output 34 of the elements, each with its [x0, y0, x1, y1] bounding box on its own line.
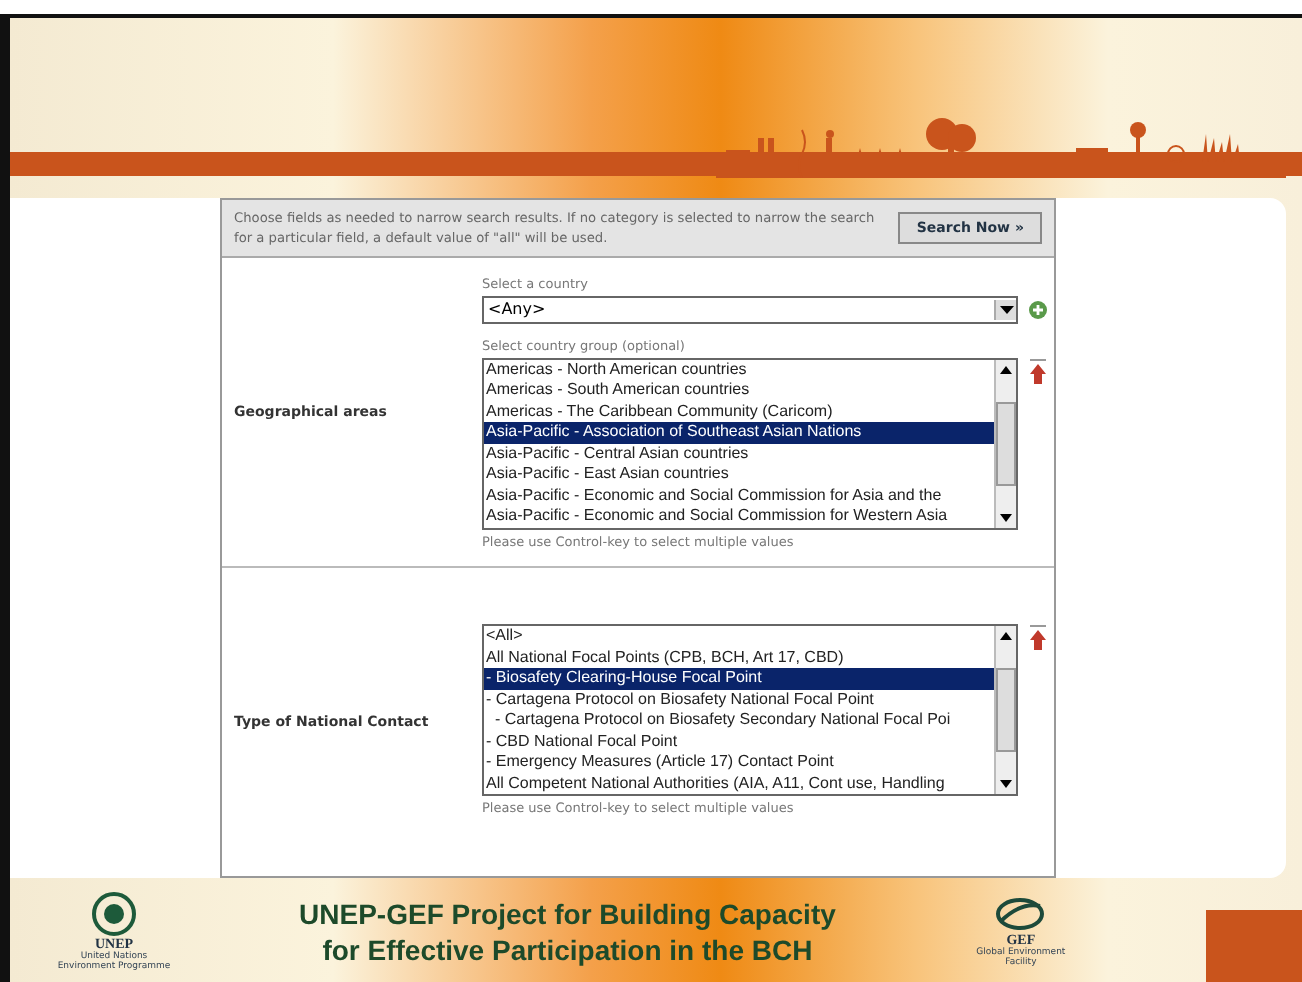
- list-option[interactable]: Americas - North American countries: [484, 359, 994, 380]
- multi-select-list[interactable]: [482, 624, 1018, 796]
- list-option[interactable]: - CBD National Focal Point: [484, 731, 994, 752]
- scroll-up-icon[interactable]: [1000, 363, 1012, 375]
- footer-title: UNEP-GEF Project for Building Capacity: [299, 896, 836, 932]
- scroll-down-icon[interactable]: [1000, 511, 1012, 523]
- list-option[interactable]: - Cartagena Protocol on Biosafety Secondary National Focal Poi: [484, 710, 994, 731]
- list-option[interactable]: - Cartagena Protocol on Biosafety National Focal Point: [484, 689, 994, 710]
- globe-icon: [994, 896, 1047, 932]
- list-option[interactable]: <All>: [484, 626, 994, 647]
- arrow-up-icon[interactable]: [1026, 357, 1050, 385]
- list-option[interactable]: Americas - South American countries: [484, 380, 994, 401]
- unep-emblem-icon: [92, 892, 136, 936]
- list-option[interactable]: All National Focal Points (CPB, BCH, Art 17, CBD): [484, 647, 994, 668]
- add-icon[interactable]: [1026, 295, 1050, 319]
- arrow-up-icon[interactable]: [1026, 624, 1050, 652]
- list-option[interactable]: Asia-Pacific - Economic and Social Commission for Asia and the: [484, 485, 994, 506]
- multi-select-list[interactable]: [482, 357, 1018, 529]
- list-option[interactable]: Asia-Pacific - Association of Southeast Asian Nations: [484, 422, 994, 443]
- list-option[interactable]: Asia-Pacific - Central Asian countries: [484, 443, 994, 464]
- list-option[interactable]: Americas - The Caribbean Community (Caricom): [484, 401, 994, 422]
- footer-title: for Effective Participation in the BCH: [320, 932, 815, 968]
- corner-block: [1205, 910, 1302, 982]
- list-option[interactable]: - Biosafety Clearing-House Focal Point: [484, 668, 994, 689]
- list-option[interactable]: Asia-Pacific - East Asian countries: [484, 464, 994, 485]
- list-option[interactable]: All Competent National Authorities (AIA, A11, Cont use, Handling: [484, 773, 994, 794]
- list-option[interactable]: Asia-Pacific - Economic and Social Commission for Western Asia: [484, 506, 994, 527]
- scroll-up-icon[interactable]: [1000, 630, 1012, 642]
- scroll-down-icon[interactable]: [1000, 778, 1012, 790]
- dropdown-arrow-icon: [999, 302, 1013, 316]
- scrollbar[interactable]: [994, 359, 1016, 527]
- country-dropdown[interactable]: <Any>: [482, 295, 1018, 323]
- list-option[interactable]: - Emergency Measures (Article 17) Contact Point: [484, 752, 994, 773]
- scrollbar[interactable]: [994, 626, 1016, 794]
